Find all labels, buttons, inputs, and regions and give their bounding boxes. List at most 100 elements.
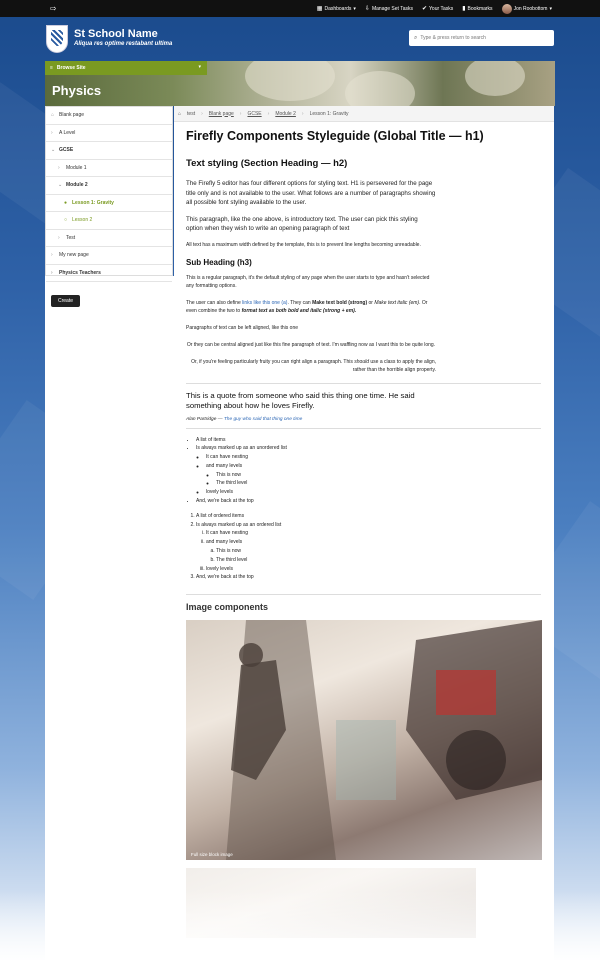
breadcrumb-separator: › bbox=[239, 110, 242, 117]
sidebar-item-module-1[interactable]: › Module 1 bbox=[46, 160, 172, 177]
bold-text: Make text bold (strong) bbox=[312, 299, 368, 306]
breadcrumb-item[interactable]: Module 2 bbox=[275, 111, 296, 117]
browse-site-label: Browse Site bbox=[56, 65, 86, 71]
sidebar-item-label: Lesson 2 bbox=[72, 217, 93, 224]
list-item: This is now bbox=[216, 471, 542, 480]
main-content: ⌂ test › Blank page › GCSE › Module 2 › … bbox=[174, 106, 554, 960]
list-item: And, we're back at the top bbox=[196, 573, 542, 582]
list-item: Is always marked up as an ordered list I… bbox=[196, 521, 542, 574]
text: The user can also define bbox=[186, 299, 243, 306]
user-menu[interactable]: Jon Roobottom ▾ bbox=[501, 3, 552, 14]
sidebar-item-my-new-page[interactable]: › My new page bbox=[46, 247, 172, 265]
divider bbox=[186, 594, 541, 596]
list-item: And, we're back at the top bbox=[196, 497, 542, 506]
menu-icon: ≡ bbox=[50, 65, 53, 71]
sidebar-navigation: ⌂ Blank page › A Level ⌄ GCSE › Module 1 ⌄ Mo… bbox=[45, 106, 173, 282]
small-paragraph: All text has a maximum width defined by … bbox=[186, 241, 421, 248]
home-icon: ⌂ bbox=[51, 112, 55, 119]
block-image[interactable]: Full size block image bbox=[186, 620, 542, 861]
school-name[interactable]: St School Name bbox=[74, 28, 158, 40]
bullet-icon: ○ bbox=[64, 217, 68, 224]
divider bbox=[186, 382, 541, 384]
sidebar-item-gcse[interactable]: ⌄ GCSE bbox=[46, 142, 172, 160]
sidebar-item-label: Module 2 bbox=[66, 182, 88, 189]
list-item-text: Is always marked up as an ordered list bbox=[196, 521, 282, 528]
sidebar-item-label: Lesson 1: Gravity bbox=[72, 199, 114, 206]
quote-dash: — bbox=[216, 416, 224, 422]
your-tasks-label: Your Tasks bbox=[429, 5, 454, 12]
chevron-right-icon: › bbox=[51, 269, 53, 276]
dashboards-menu[interactable]: ▦ Dashboards ▾ bbox=[316, 5, 356, 13]
sidebar-item-lesson-1-gravity[interactable]: ● Lesson 1: Gravity bbox=[46, 195, 172, 212]
sidebar-item-module-2[interactable]: ⌄ Module 2 bbox=[46, 177, 172, 195]
create-button[interactable]: Create bbox=[51, 295, 80, 307]
sidebar-item-test[interactable]: › Test bbox=[46, 230, 172, 247]
banner-rock-shape bbox=[345, 71, 415, 106]
list-item: The third level bbox=[216, 479, 542, 488]
list-item-text: and many levels bbox=[206, 539, 243, 546]
sidebar-item-lesson-2[interactable]: ○ Lesson 2 bbox=[46, 212, 172, 230]
school-motto: Aliqua res optime restabant ultima bbox=[74, 41, 173, 47]
chevron-down-icon: ⌄ bbox=[58, 182, 63, 189]
page-title: Firefly Components Styleguide (Global Ti… bbox=[186, 129, 484, 143]
sidebar-item-label: Test bbox=[66, 234, 76, 241]
regular-paragraph: This is a regular paragraph, it's the de… bbox=[186, 274, 430, 289]
search-input[interactable] bbox=[420, 35, 549, 41]
breadcrumb-separator: › bbox=[267, 110, 270, 117]
sidebar-item-physics-teachers[interactable]: › Physics Teachers bbox=[46, 265, 172, 282]
quote-author: Alan Partridge bbox=[186, 416, 217, 422]
home-icon[interactable]: ⌂ bbox=[178, 111, 181, 117]
bookmark-icon: ▮ bbox=[462, 6, 466, 12]
italic-text: Make text italic (em) bbox=[374, 299, 420, 306]
sidebar-item-label: Module 1 bbox=[66, 164, 87, 171]
avatar bbox=[501, 3, 512, 14]
browse-site-button[interactable]: ≡ Browse Site ▾ bbox=[45, 61, 207, 75]
breadcrumb-current: Lesson 1: Gravity bbox=[309, 110, 349, 117]
sidebar-item-blank-page[interactable]: ⌂ Blank page bbox=[46, 107, 172, 125]
your-tasks-link[interactable]: ✔ Your Tasks bbox=[422, 5, 454, 13]
quote-source-link[interactable]: The guy who said that thing one time bbox=[224, 417, 302, 422]
school-crest-logo[interactable] bbox=[46, 25, 68, 53]
text: . They can bbox=[287, 299, 313, 306]
bookmarks-link[interactable]: ▮ Bookmarks bbox=[462, 5, 493, 13]
top-navigation-bar: ⇨ ▦ Dashboards ▾ ⇩ Manage Set Tasks ✔ Yo… bbox=[0, 0, 600, 17]
banner-rock-shape bbox=[245, 61, 335, 101]
sidebar-background bbox=[45, 276, 174, 960]
left-aligned-paragraph: Paragraphs of text can be left aligned, … bbox=[186, 324, 299, 331]
text: Or, if you're feeling particularly fruit… bbox=[191, 358, 355, 365]
breadcrumb-item[interactable]: test bbox=[187, 111, 195, 117]
download-icon: ⇩ bbox=[364, 6, 370, 12]
sidebar-item-a-level[interactable]: › A Level bbox=[46, 125, 172, 142]
divider bbox=[186, 427, 541, 429]
sidebar-item-label: GCSE bbox=[59, 147, 74, 154]
dashboards-label: Dashboards bbox=[324, 5, 352, 12]
breadcrumb-separator: › bbox=[201, 110, 203, 117]
blockquote: This is a quote from someone who said th… bbox=[186, 390, 415, 411]
manage-set-tasks-link[interactable]: ⇩ Manage Set Tasks bbox=[364, 5, 414, 13]
bold-italic-text: format text as both bold and italic (str… bbox=[241, 307, 357, 314]
right-aligned-paragraph: Or, if you're feeling particularly fruit… bbox=[186, 358, 436, 374]
breadcrumb-item[interactable]: Blank page bbox=[209, 111, 234, 117]
list-item: It can have nesting bbox=[206, 453, 542, 462]
image-section-heading: Image components bbox=[186, 602, 269, 613]
unordered-list: A list of items Is always marked up as a… bbox=[186, 436, 542, 506]
grid-icon: ▦ bbox=[316, 6, 323, 12]
manage-set-tasks-label: Manage Set Tasks bbox=[371, 5, 414, 12]
example-link[interactable]: links like this one (a) bbox=[242, 300, 287, 306]
sidebar-item-label: A Level bbox=[59, 129, 76, 136]
quote-citation: Alan Partridge — The guy who said that t… bbox=[186, 417, 542, 422]
sidebar-item-label: Blank page bbox=[59, 112, 85, 119]
list-item: It can have nesting bbox=[206, 529, 542, 538]
formatting-paragraph: The user can also define links like this… bbox=[186, 299, 436, 315]
italic-text: should bbox=[354, 358, 369, 365]
chevron-right-icon: › bbox=[51, 252, 53, 259]
firefly-logo-icon[interactable]: ⇨ bbox=[50, 4, 60, 13]
intro-paragraph: This paragraph, like the one above, is i… bbox=[186, 215, 418, 233]
list-item: A list of ordered items bbox=[196, 512, 542, 521]
chevron-right-icon: › bbox=[51, 129, 53, 136]
list-item: and many levels This is now The third le… bbox=[206, 538, 542, 564]
bookmarks-label: Bookmarks bbox=[467, 5, 493, 12]
intro-paragraph: The Firefly 5 editor has four different … bbox=[186, 180, 436, 206]
photo-illustration bbox=[226, 620, 542, 861]
breadcrumb-item[interactable]: GCSE bbox=[247, 111, 261, 117]
